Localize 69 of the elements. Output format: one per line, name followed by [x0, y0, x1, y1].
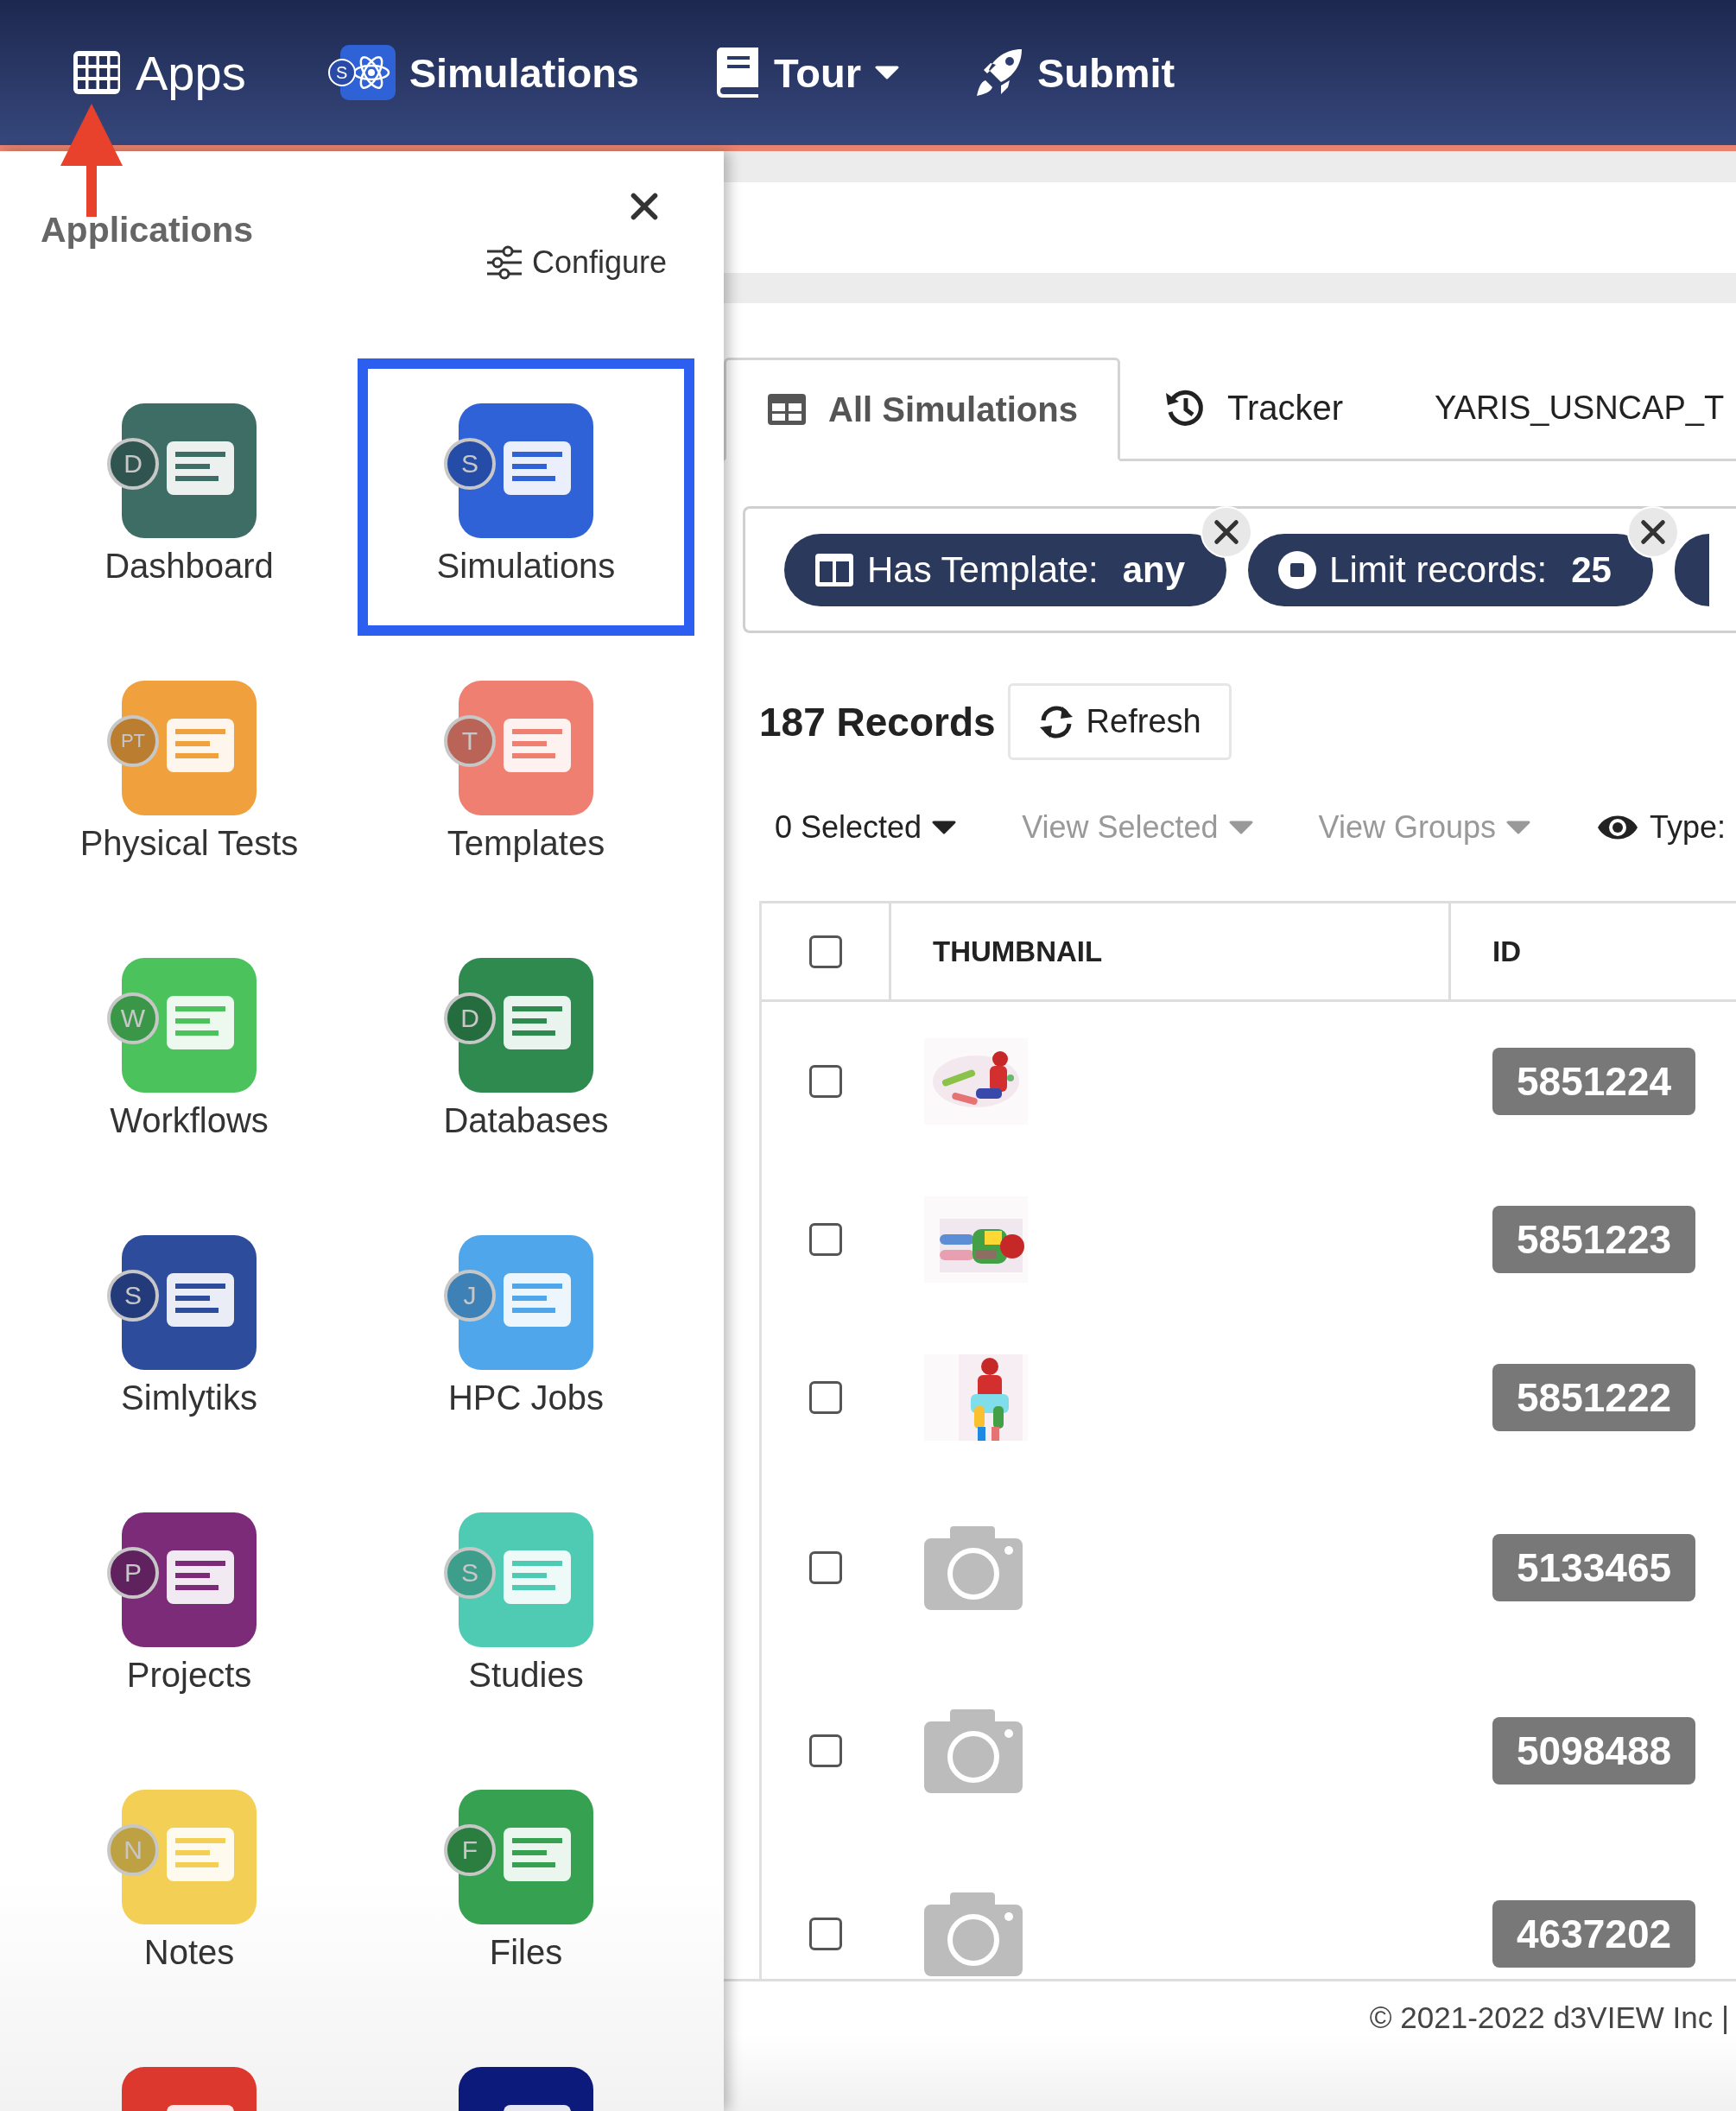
- filter-chip[interactable]: Limit records: 25: [1248, 533, 1653, 606]
- tab[interactable]: All Simulations: [724, 358, 1120, 461]
- checkbox[interactable]: [809, 1380, 842, 1414]
- configure-button[interactable]: Configure: [485, 244, 668, 281]
- sliders-icon: [485, 245, 523, 280]
- letter-badge: T: [444, 715, 496, 767]
- nav-item[interactable]: Submit: [974, 48, 1175, 98]
- camera-icon: [924, 1892, 1023, 1976]
- rocket-icon: [974, 48, 1023, 98]
- app-tile[interactable]: D Databases: [358, 913, 694, 1190]
- table-icon: [766, 392, 808, 427]
- id-badge: 5133465: [1492, 1534, 1696, 1601]
- nav-item[interactable]: S Simulations: [327, 45, 639, 100]
- caret-icon: [1228, 820, 1253, 834]
- tab[interactable]: Tracker: [1119, 358, 1387, 459]
- letter-badge: PT: [107, 715, 159, 767]
- letter-badge: S: [444, 1547, 496, 1599]
- columns-icon: [814, 551, 855, 588]
- app-tile[interactable]: D Dashboard: [21, 358, 358, 636]
- app-tile[interactable]: S Simulations: [358, 358, 694, 636]
- checkbox[interactable]: [808, 935, 842, 968]
- letter-badge: W: [107, 992, 159, 1044]
- camera-icon: [924, 1708, 1023, 1793]
- letter-badge: D: [444, 992, 496, 1044]
- app-tile[interactable]: F Files: [358, 1745, 694, 2022]
- letter-badge: S: [444, 438, 496, 490]
- filter-chip[interactable]: Has Template: any: [784, 533, 1227, 606]
- letter-badge: S: [107, 1270, 159, 1322]
- id-badge: 5851223: [1492, 1205, 1696, 1273]
- id-badge: 5851222: [1492, 1363, 1696, 1431]
- id-badge: 5851224: [1492, 1047, 1696, 1115]
- nav-item[interactable]: Apps: [72, 44, 246, 101]
- checkbox[interactable]: [809, 1222, 842, 1256]
- grid-icon: [72, 49, 122, 96]
- letter-badge: N: [107, 1824, 159, 1876]
- camera-icon: [924, 1525, 1023, 1610]
- tab[interactable]: YARIS_USNCAP_T: [1386, 358, 1736, 459]
- toolbar-dropdown[interactable]: Type:: [1596, 808, 1726, 846]
- app-tile[interactable]: J HPC Jobs: [358, 1190, 694, 1468]
- book-icon: [715, 46, 760, 99]
- checkbox[interactable]: [809, 1734, 842, 1767]
- caret-icon: [1506, 820, 1531, 834]
- app-tile[interactable]: S Studies: [358, 1468, 694, 1745]
- letter-badge: D: [107, 438, 159, 490]
- app-tile[interactable]: T Templates: [358, 636, 694, 913]
- app-tile[interactable]: W Workflows: [21, 913, 358, 1190]
- letter-badge: F: [444, 1824, 496, 1876]
- letter-badge: S: [327, 59, 356, 86]
- letter-badge: P: [107, 1547, 159, 1599]
- refresh-button[interactable]: Refresh: [1007, 683, 1232, 760]
- nav-item[interactable]: Tour: [715, 46, 899, 99]
- toolbar-dropdown[interactable]: 0 Selected: [775, 808, 957, 846]
- column-header[interactable]: THUMBNAIL: [933, 935, 1103, 968]
- caret-icon: [932, 820, 957, 834]
- app-tile[interactable]: P Projects: [21, 1468, 358, 1745]
- column-header[interactable]: ID: [1492, 935, 1521, 968]
- checkbox[interactable]: [809, 1551, 842, 1584]
- copyright-text: © 2021-2022 d3VIEW Inc |: [1369, 2000, 1729, 2035]
- id-badge: 5098488: [1492, 1717, 1696, 1785]
- app-tile[interactable]: N Notes: [21, 1745, 358, 2022]
- stop-icon: [1277, 549, 1318, 590]
- app-tile[interactable]: PT Physical Tests: [21, 636, 358, 913]
- checkbox[interactable]: [809, 1064, 842, 1098]
- panel-title: Applications: [41, 210, 254, 250]
- record-count: 187 Records: [759, 698, 996, 745]
- app-tile[interactable]: S Simlytiks: [21, 1190, 358, 1468]
- id-badge: 4637202: [1492, 1900, 1696, 1968]
- letter-badge: J: [444, 1270, 496, 1322]
- checkbox[interactable]: [809, 1918, 842, 1950]
